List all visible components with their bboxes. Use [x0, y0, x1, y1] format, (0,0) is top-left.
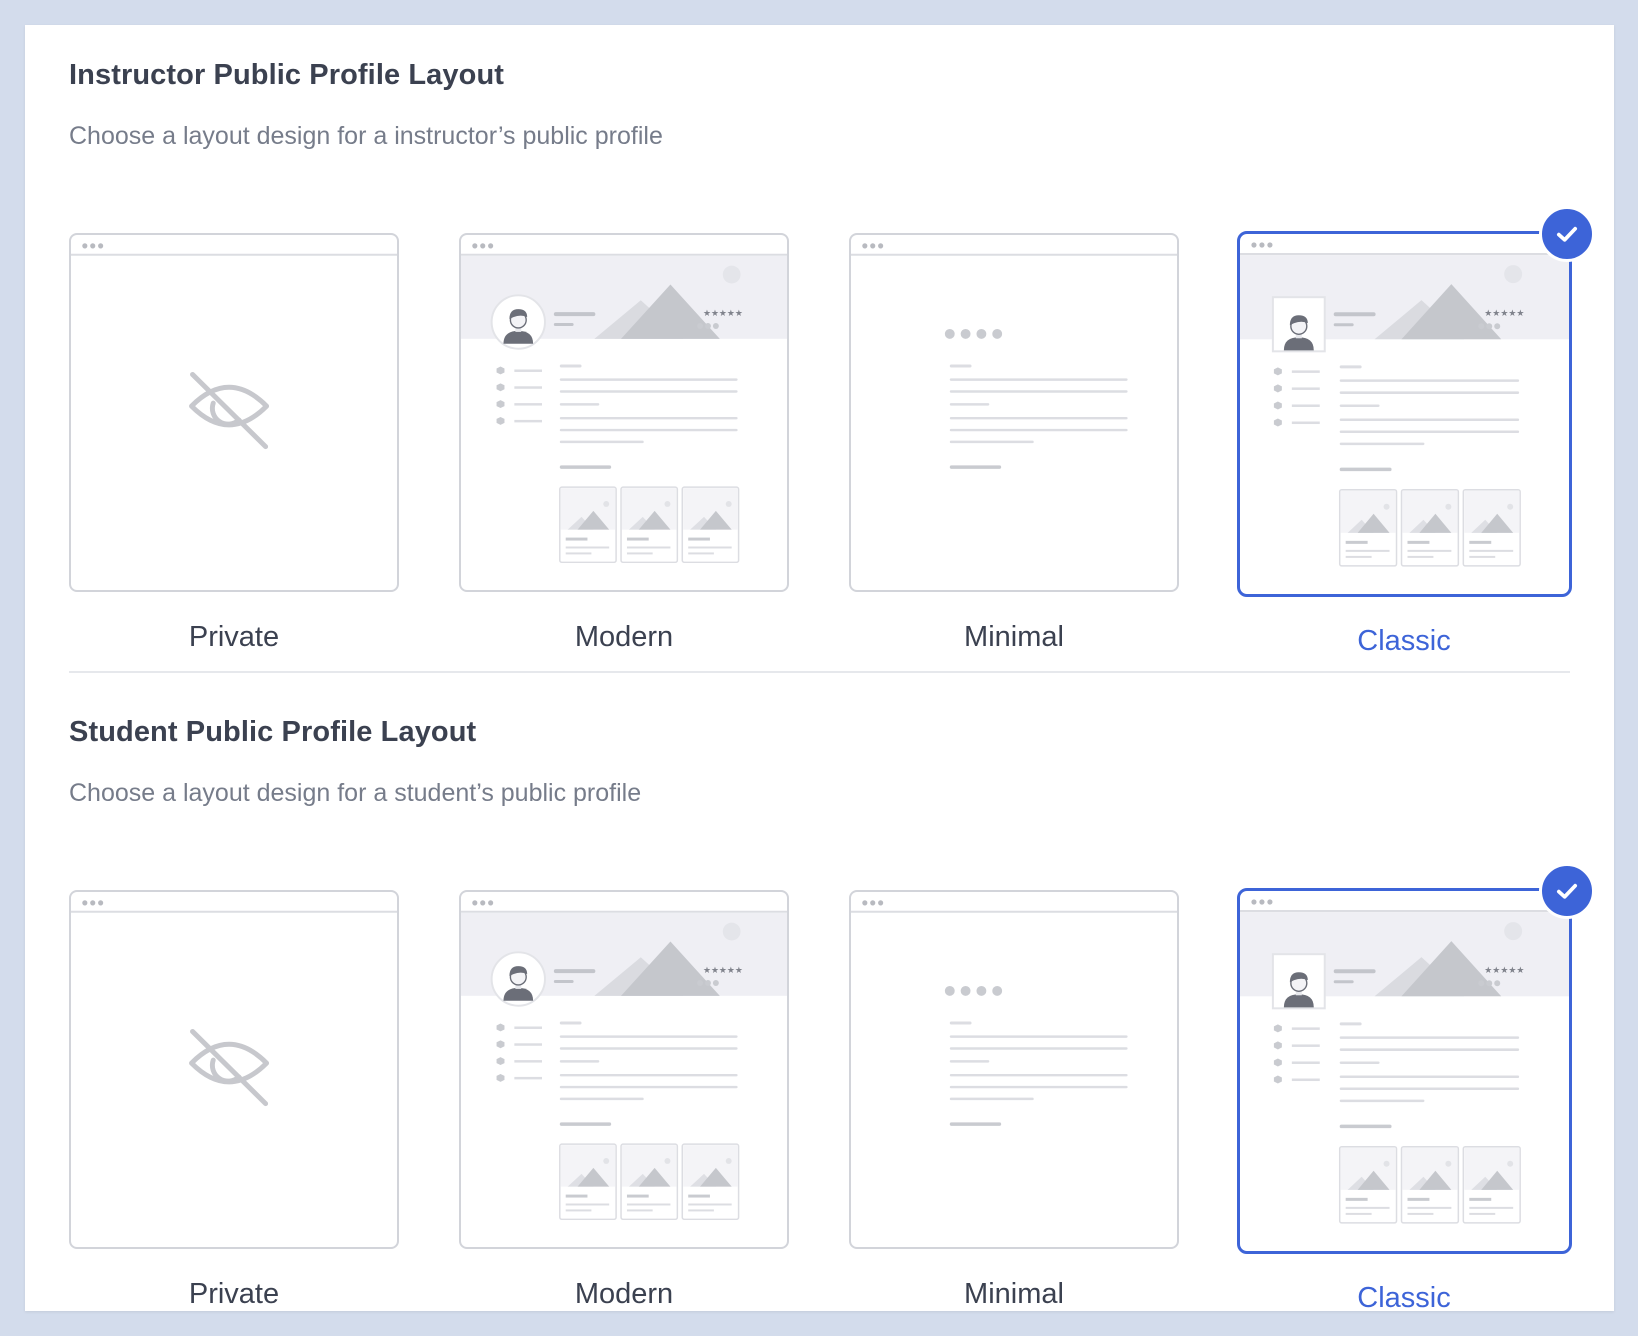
section-subtitle: Choose a layout design for a instructor’… [69, 122, 663, 150]
layout-option-label: Classic [1357, 625, 1451, 657]
eye-slash-icon [189, 371, 270, 450]
layout-option-modern[interactable]: ★★★★★ Modern [459, 233, 789, 653]
browser-dots-icon [862, 243, 884, 249]
layout-option-private[interactable]: Private [69, 890, 399, 1310]
browser-dots-icon [1251, 899, 1273, 905]
eye-slash-icon [189, 1028, 270, 1107]
layout-preview-frame: ★★★★★ [459, 890, 789, 1249]
layout-preview-frame [69, 233, 399, 592]
browser-dots-icon [82, 900, 104, 906]
browser-dots-icon [82, 243, 104, 249]
layout-option-minimal[interactable]: Minimal [849, 233, 1179, 653]
layout-preview-frame: ★★★★★ [1237, 231, 1572, 597]
layout-option-classic[interactable]: ★★★★★ Classic [1237, 206, 1595, 657]
layout-option-label: Minimal [964, 1278, 1064, 1310]
course-thumbnail [620, 1143, 679, 1221]
stars-icon: ★★★★★ [1484, 966, 1524, 976]
course-thumbnail [559, 486, 617, 564]
layout-preview-frame [849, 233, 1179, 592]
layout-option-label: Minimal [964, 621, 1064, 653]
browser-dots-icon [1251, 242, 1273, 248]
layout-options: Private ★★★★★ Modern Minimal ★★★★★ Class… [69, 206, 1595, 657]
course-thumbnail [559, 1143, 617, 1221]
course-thumbnail [1462, 1145, 1521, 1224]
course-thumbnail [1462, 488, 1521, 567]
section-subtitle: Choose a layout design for a student’s p… [69, 779, 642, 807]
layout-preview-frame: ★★★★★ [1237, 888, 1572, 1254]
layout-option-label: Private [188, 621, 280, 653]
section-divider [69, 671, 1570, 673]
layout-option-label: Modern [574, 621, 674, 653]
layout-option-label: Private [188, 1278, 280, 1310]
layout-option-minimal[interactable]: Minimal [849, 890, 1179, 1310]
layout-options: Private ★★★★★ Modern Minimal ★★★★★ Class… [69, 863, 1595, 1314]
instructor-profile-layout-section: Instructor Public Profile Layout Choose … [69, 55, 1595, 657]
layout-option-modern[interactable]: ★★★★★ Modern [459, 890, 789, 1310]
layout-option-label: Modern [574, 1278, 674, 1310]
layout-option-private[interactable]: Private [69, 233, 399, 653]
settings-panel: Instructor Public Profile Layout Choose … [25, 25, 1614, 1314]
stars-icon: ★★★★★ [703, 309, 743, 319]
selected-check-icon [1539, 206, 1595, 262]
layout-preview-frame [849, 890, 1179, 1249]
student-profile-layout-section: Student Public Profile Layout Choose a l… [69, 712, 1595, 1314]
stars-icon: ★★★★★ [703, 966, 743, 976]
layout-option-classic[interactable]: ★★★★★ Classic [1237, 863, 1595, 1314]
stars-icon: ★★★★★ [1484, 309, 1524, 319]
section-title: Student Public Profile Layout [69, 716, 477, 748]
browser-dots-icon [472, 900, 494, 906]
layout-preview-frame [69, 890, 399, 1249]
course-thumbnail [1400, 488, 1460, 567]
section-title: Instructor Public Profile Layout [69, 59, 505, 91]
selected-check-icon [1539, 863, 1595, 919]
course-thumbnail [1338, 1145, 1398, 1224]
course-thumbnail [1338, 488, 1398, 567]
layout-preview-frame: ★★★★★ [459, 233, 789, 592]
browser-dots-icon [862, 900, 884, 906]
course-thumbnail [681, 486, 740, 564]
course-thumbnail [620, 486, 679, 564]
course-thumbnail [1400, 1145, 1460, 1224]
browser-dots-icon [472, 243, 494, 249]
layout-option-label: Classic [1357, 1282, 1451, 1314]
course-thumbnail [681, 1143, 740, 1221]
